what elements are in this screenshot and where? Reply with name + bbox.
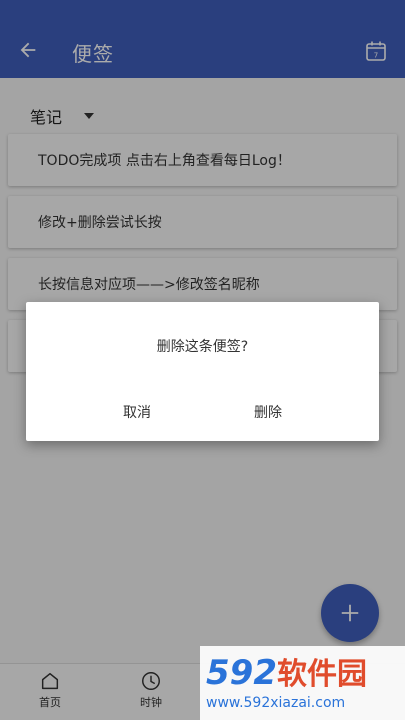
watermark-number: 592 xyxy=(206,653,277,693)
delete-button[interactable]: 删除 xyxy=(254,402,282,422)
cancel-button[interactable]: 取消 xyxy=(123,402,151,422)
watermark-brand: 592软件园 xyxy=(206,655,405,693)
delete-confirm-dialog: 删除这条便签? 取消 删除 xyxy=(26,302,379,441)
watermark-text: 软件园 xyxy=(276,657,367,692)
dialog-message: 删除这条便签? xyxy=(156,339,249,355)
watermark-logo: 592软件园 www.592xiazai.com xyxy=(200,646,405,720)
watermark-url: www.592xiazai.com xyxy=(206,695,346,711)
